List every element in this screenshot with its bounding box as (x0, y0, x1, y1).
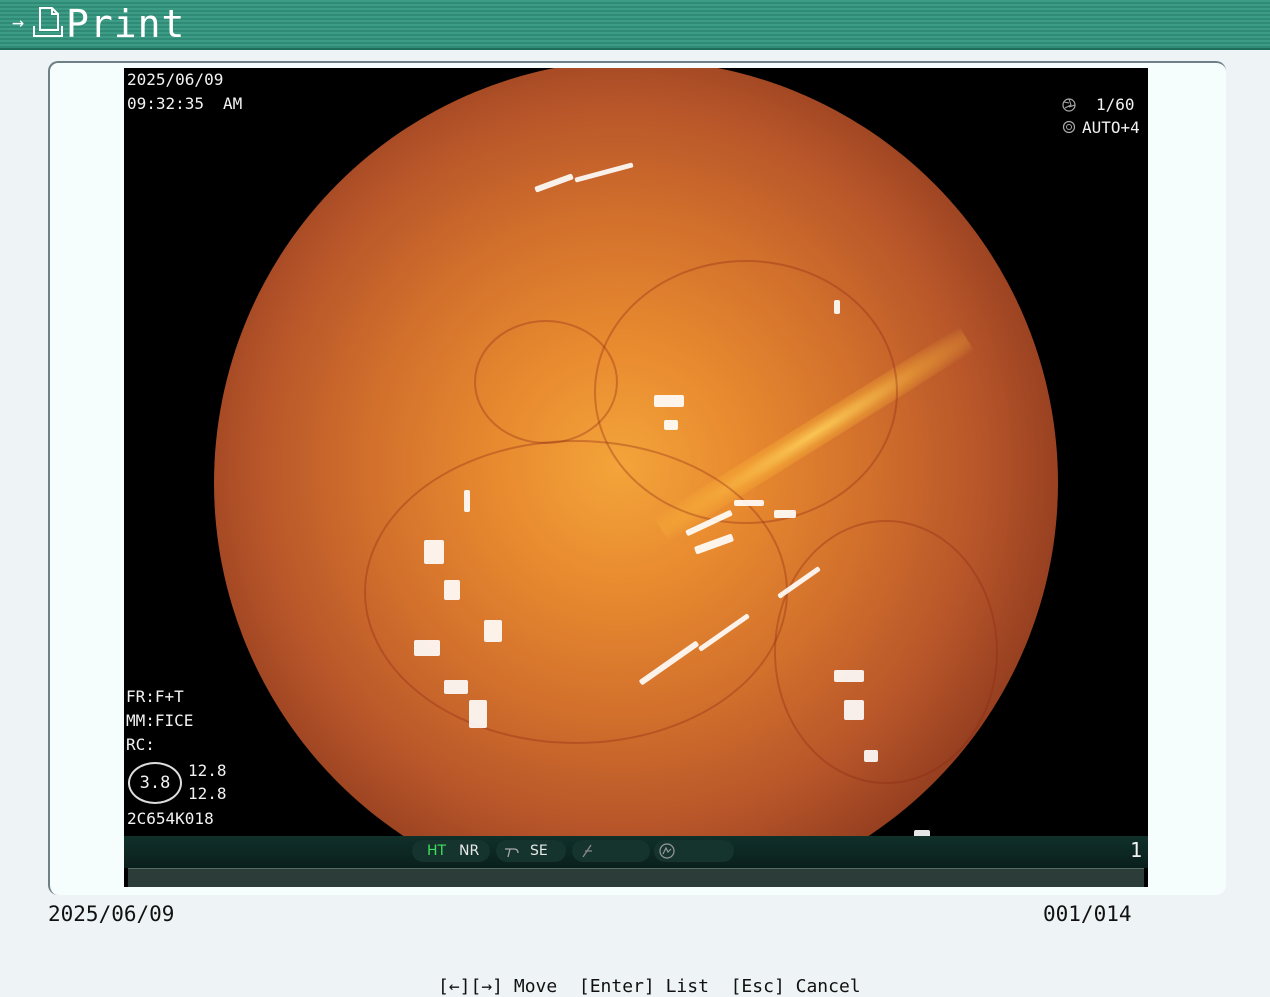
image-counter: 001/014 (1043, 902, 1132, 926)
iris-icon (1062, 120, 1076, 134)
ht-nr-pill: HT NR (412, 840, 490, 862)
ratio-badge: 3.8 (128, 762, 182, 804)
shutter-icon (1062, 98, 1076, 112)
image-date: 2025/06/09 (48, 902, 175, 926)
screen-number: 1 (1129, 838, 1142, 862)
ht-indicator: HT (427, 843, 447, 859)
mm-setting: MM:FICE (126, 711, 194, 730)
se-pill: SE (496, 840, 566, 862)
title-bar: → Print (0, 0, 1270, 50)
capture-ampm: AM (223, 94, 243, 113)
image-footer-bar (128, 868, 1144, 887)
enhance-icon (505, 848, 519, 858)
iris-value: AUTO+4 (1082, 118, 1140, 137)
arrow-icon: → (12, 10, 25, 34)
value-2: 12.8 (188, 784, 227, 803)
document-icon (33, 7, 63, 37)
nr-indicator: NR (459, 843, 480, 859)
mode-pill (572, 840, 650, 862)
se-indicator: SE (530, 843, 548, 859)
capture-time: 09:32:35 (127, 94, 205, 113)
sensor-icon (659, 843, 675, 859)
rc-setting: RC: (126, 735, 155, 754)
value-1: 12.8 (188, 761, 227, 780)
endoscope-image: 2025/06/09 09:32:35 AM 1/60 AUTO+4 FR:F+… (124, 68, 1148, 887)
fr-setting: FR:F+T (126, 687, 184, 706)
page-title: Print (66, 2, 186, 46)
status-bar: HT NR SE (124, 836, 1148, 868)
scope-view (214, 68, 1058, 887)
slash-icon (582, 844, 592, 858)
shutter-value: 1/60 (1096, 95, 1135, 114)
capture-date: 2025/06/09 (127, 70, 224, 89)
scope-id: 2C654K018 (127, 809, 214, 828)
sensor-pill (654, 840, 734, 862)
